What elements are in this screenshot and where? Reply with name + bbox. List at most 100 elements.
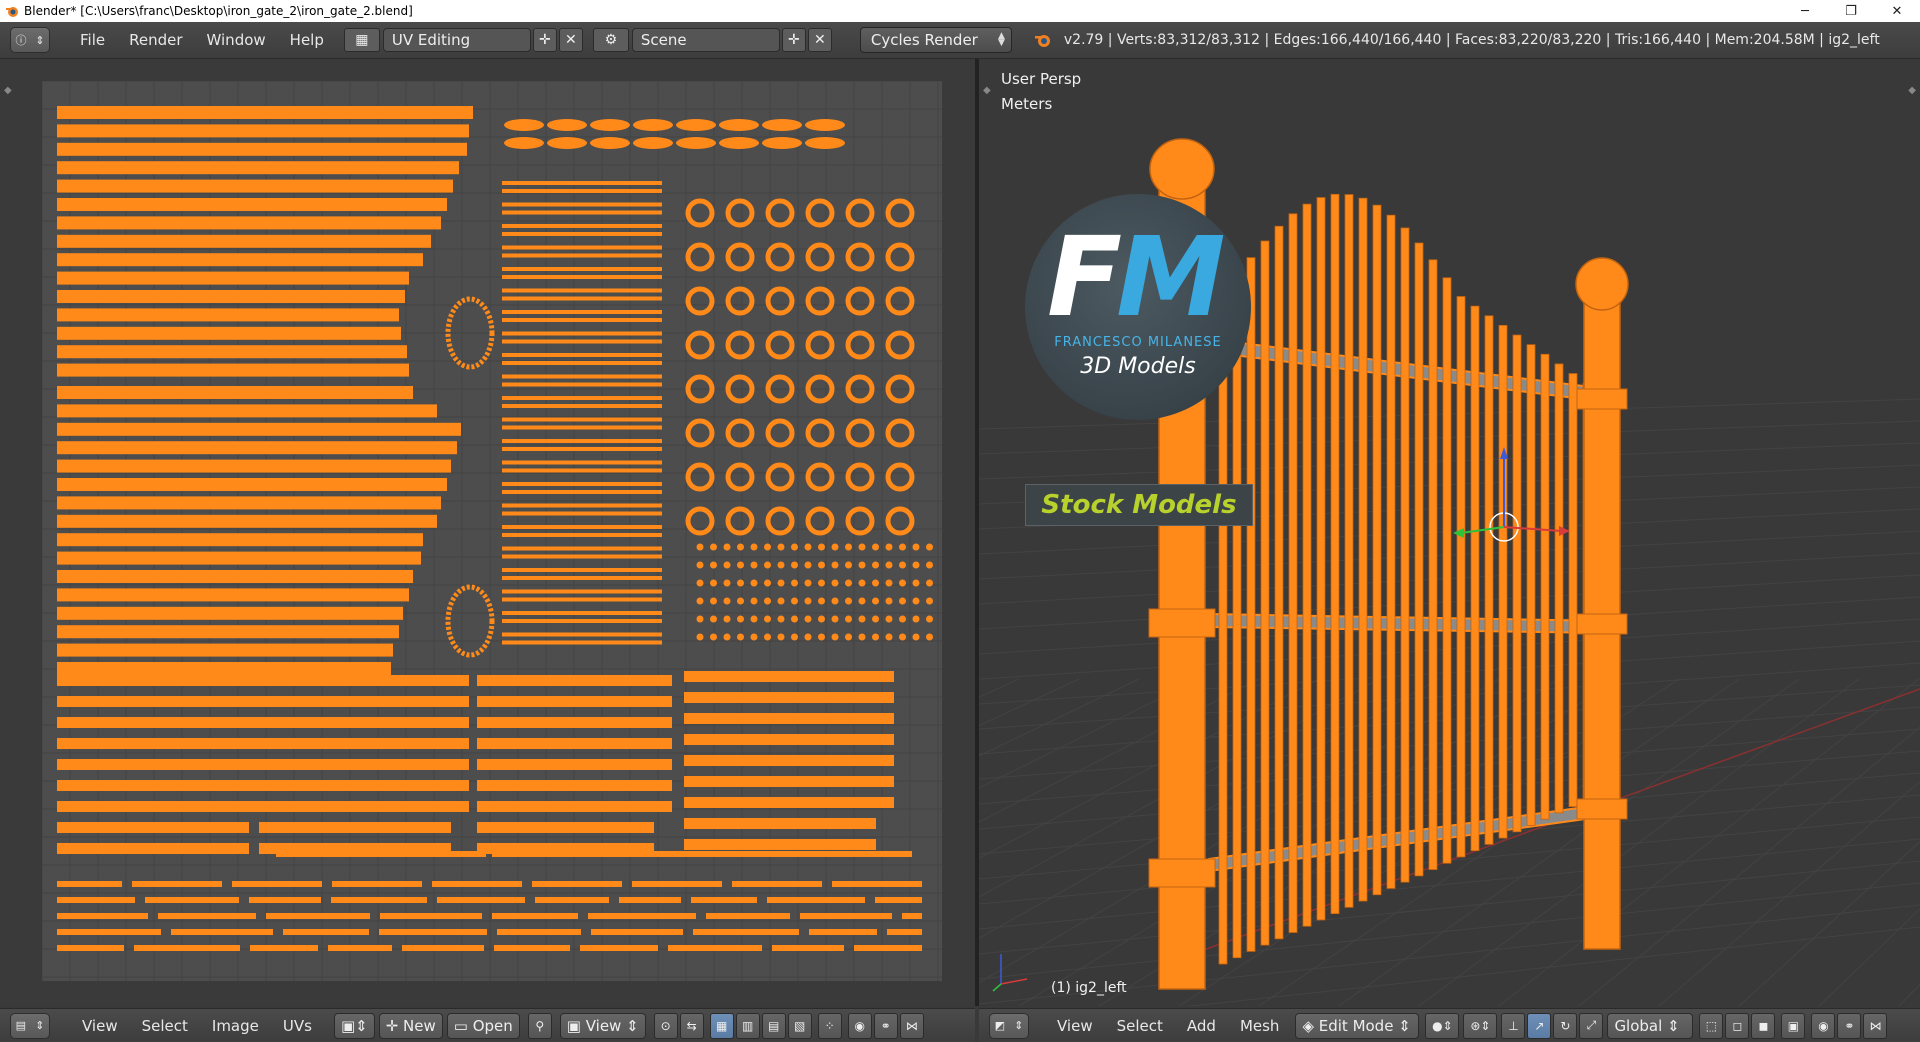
proportional-edit-icon[interactable]: ◉	[847, 1012, 872, 1039]
menu-window[interactable]: Window	[195, 31, 278, 49]
view-mode-select[interactable]: ▣ View ⇕	[559, 1012, 646, 1039]
uv-layout-canvas[interactable]	[42, 81, 942, 981]
scene-stats: v2.79 | Verts:83,312/83,312 | Edges:166,…	[1063, 32, 1880, 48]
menu-image[interactable]: Image	[200, 1017, 271, 1035]
toolshelf-toggle-icon[interactable]: ◆	[983, 85, 991, 96]
edge-select-icon[interactable]: ◻	[1725, 1012, 1750, 1039]
close-window-button[interactable]: ✕	[1874, 0, 1920, 22]
proportional-edit-icon[interactable]: ◉	[1811, 1012, 1836, 1039]
blender-logo-icon	[1034, 35, 1050, 47]
image-browse-button[interactable]: ▣⇕	[333, 1012, 375, 1039]
image-icon: ▣⇕	[340, 1016, 368, 1035]
layout-grid-icon: ▦	[355, 32, 369, 48]
scene-icon-button[interactable]: ⚙	[592, 28, 629, 52]
vertex-select-icon[interactable]: ▦	[709, 1012, 734, 1039]
editor-type-selector[interactable]: ◩ ⇕	[989, 1012, 1029, 1039]
transform-orientation-select[interactable]: Global ⇕	[1607, 1012, 1694, 1039]
scene-icon: ⚙	[604, 32, 618, 48]
updown-arrows-icon: ⇕	[35, 33, 45, 47]
add-scene-button[interactable]: ✛	[781, 28, 806, 52]
unit-label: Meters	[1001, 95, 1053, 113]
menu-view[interactable]: View	[1045, 1017, 1105, 1035]
menu-file[interactable]: File	[68, 31, 117, 49]
plus-icon: ✛	[788, 32, 800, 48]
updown-arrows-icon: ▲ ▼	[997, 31, 1005, 48]
close-icon: ✕	[565, 32, 577, 48]
watermark-logo: FM FRANCESCO MILANESE 3D Models Stock Mo…	[1025, 194, 1255, 526]
menu-render[interactable]: Render	[117, 31, 194, 49]
toolshelf-toggle-icon[interactable]: ◆	[4, 85, 12, 96]
updown-arrows-icon: ⇕	[1393, 1016, 1411, 1035]
island-select-icon[interactable]: ▧	[787, 1012, 812, 1039]
snap-target-icon[interactable]: ⋈	[1863, 1012, 1888, 1039]
minimize-button[interactable]: ─	[1782, 0, 1828, 22]
3d-viewport[interactable]: User Persp Meters (1) ig2_left ◆ ◆ FM FR…	[979, 59, 1920, 1006]
delete-scene-button[interactable]: ✕	[807, 28, 832, 52]
object-name-label: (1) ig2_left	[1051, 980, 1127, 996]
logo-badge: Stock Models	[1025, 484, 1253, 526]
face-select-icon[interactable]: ◼	[1751, 1012, 1776, 1039]
menu-uvs[interactable]: UVs	[271, 1017, 324, 1035]
pin-icon[interactable]: ⚲	[527, 1012, 552, 1039]
pivot-point-icon[interactable]: ⊛⇕	[1463, 1012, 1498, 1039]
image-editor-icon: ▤	[15, 1019, 26, 1032]
close-icon: ✕	[814, 32, 826, 48]
render-engine-select[interactable]: Cycles Render ▲ ▼	[859, 27, 1012, 53]
snap-icon[interactable]: ⚭	[1837, 1012, 1862, 1039]
logo-subtitle: 3D Models	[1080, 354, 1196, 379]
updown-arrows-icon: ⇕	[1014, 1019, 1024, 1032]
manipulator-icon[interactable]: ⊥	[1501, 1012, 1526, 1039]
snap-icon[interactable]: ⚭	[873, 1012, 898, 1039]
edge-select-icon[interactable]: ▥	[735, 1012, 760, 1039]
plus-icon: ✛	[385, 1016, 404, 1035]
new-image-button[interactable]: ✛ New	[378, 1012, 443, 1039]
sticky-select-icon[interactable]: ⁘	[817, 1012, 842, 1039]
delete-screen-button[interactable]: ✕	[558, 28, 583, 52]
window-titlebar: Blender* [C:\Users\franc\Desktop\iron_ga…	[0, 0, 1920, 22]
scale-manipulator-icon[interactable]: ⤢	[1579, 1012, 1604, 1039]
view-icon: ▣	[566, 1016, 586, 1035]
blender-logo-icon	[6, 7, 18, 17]
viewport-shading-icon[interactable]: ●⇕	[1425, 1012, 1460, 1039]
updown-arrows-icon: ⇕	[1662, 1016, 1680, 1035]
folder-icon: ▭	[453, 1016, 473, 1035]
menu-add[interactable]: Add	[1175, 1017, 1228, 1035]
info-header: ⓘ ⇕ File Render Window Help ▦ UV Editing …	[0, 22, 1920, 59]
window-title: Blender* [C:\Users\franc\Desktop\iron_ga…	[24, 4, 413, 18]
logo-brand: FRANCESCO MILANESE	[1054, 335, 1222, 350]
plus-icon: ✛	[539, 32, 551, 48]
menu-mesh[interactable]: Mesh	[1228, 1017, 1292, 1035]
open-image-button[interactable]: ▭ Open	[446, 1012, 520, 1039]
add-screen-button[interactable]: ✛	[532, 28, 557, 52]
interaction-mode-select[interactable]: ◈ Edit Mode ⇕	[1295, 1012, 1420, 1039]
rotate-manipulator-icon[interactable]: ↻	[1553, 1012, 1578, 1039]
axis-orientation-widget	[992, 954, 1028, 992]
properties-toggle-icon[interactable]: ◆	[1908, 85, 1916, 96]
pivot-icon[interactable]: ⊙	[653, 1012, 678, 1039]
uv-editor-footer: ▤ ⇕ View Select Image UVs ▣⇕ ✛ New ▭ Open…	[0, 1008, 975, 1042]
vertex-select-icon[interactable]: ⬚	[1699, 1012, 1724, 1039]
screen-layout-icon-button[interactable]: ▦	[343, 28, 380, 52]
translate-manipulator-icon[interactable]: ↗	[1527, 1012, 1552, 1039]
restore-button[interactable]: ❐	[1828, 0, 1874, 22]
uv-sync-icon[interactable]: ⇆	[679, 1012, 704, 1039]
updown-arrows-icon: ⇕	[35, 1019, 45, 1032]
info-icon: ⓘ	[15, 34, 27, 47]
occlude-geometry-icon[interactable]: ▣	[1781, 1012, 1806, 1039]
edit-mode-icon: ◈	[1302, 1016, 1319, 1035]
editor-type-selector[interactable]: ▤ ⇕	[10, 1012, 50, 1039]
editor-type-selector[interactable]: ⓘ ⇕	[10, 27, 50, 53]
menu-view[interactable]: View	[70, 1017, 130, 1035]
menu-select[interactable]: Select	[1105, 1017, 1175, 1035]
face-select-icon[interactable]: ▤	[761, 1012, 786, 1039]
menu-select[interactable]: Select	[130, 1017, 200, 1035]
view-name: User Persp	[1001, 70, 1082, 88]
scene-field[interactable]: Scene	[631, 28, 780, 52]
logo-letters: FM	[1047, 213, 1226, 341]
menu-help[interactable]: Help	[278, 31, 336, 49]
uv-image-editor[interactable]: ◆	[0, 59, 975, 1006]
updown-arrows-icon: ⇕	[621, 1016, 639, 1035]
snap-target-icon[interactable]: ⋈	[899, 1012, 924, 1039]
viewport-footer: ◩ ⇕ View Select Add Mesh ◈ Edit Mode ⇕ ●⇕…	[979, 1008, 1920, 1042]
screen-layout-field[interactable]: UV Editing	[382, 28, 531, 52]
